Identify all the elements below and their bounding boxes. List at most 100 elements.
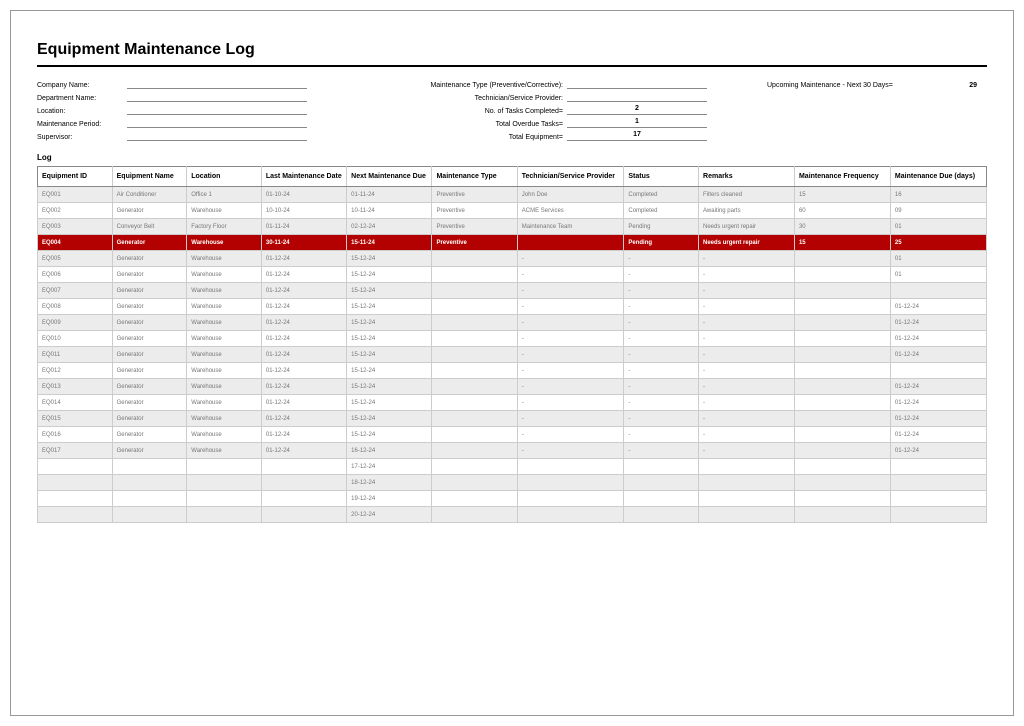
table-cell: Preventive bbox=[432, 219, 517, 235]
table-cell: - bbox=[624, 443, 699, 459]
meta-left-field[interactable] bbox=[127, 79, 307, 89]
table-cell: 30-11-24 bbox=[261, 235, 346, 251]
table-cell: - bbox=[624, 411, 699, 427]
table-cell bbox=[38, 459, 113, 475]
table-cell: Factory Floor bbox=[187, 219, 262, 235]
table-cell: 01-12-24 bbox=[261, 331, 346, 347]
table-cell: - bbox=[517, 427, 624, 443]
table-cell: 01-12-24 bbox=[261, 267, 346, 283]
meta-mid-value[interactable]: 17 bbox=[567, 131, 707, 141]
column-header: Maintenance Frequency bbox=[794, 167, 890, 187]
table-cell: 15-12-24 bbox=[347, 315, 432, 331]
table-cell: Generator bbox=[112, 379, 187, 395]
table-cell: Preventive bbox=[432, 187, 517, 203]
table-cell bbox=[517, 235, 624, 251]
table-cell: 15-12-24 bbox=[347, 251, 432, 267]
table-cell bbox=[794, 251, 890, 267]
table-cell: 01-12-24 bbox=[261, 395, 346, 411]
table-cell: - bbox=[699, 331, 795, 347]
table-cell: EQ016 bbox=[38, 427, 113, 443]
table-cell: EQ012 bbox=[38, 363, 113, 379]
table-cell: - bbox=[624, 299, 699, 315]
meta-left-field[interactable] bbox=[127, 92, 307, 102]
table-cell: Generator bbox=[112, 347, 187, 363]
table-cell: - bbox=[517, 395, 624, 411]
table-cell bbox=[432, 315, 517, 331]
table-cell bbox=[432, 507, 517, 523]
table-cell: Pending bbox=[624, 219, 699, 235]
table-cell: EQ009 bbox=[38, 315, 113, 331]
table-cell bbox=[794, 315, 890, 331]
table-cell: 15-12-24 bbox=[347, 379, 432, 395]
meta-mid-value[interactable] bbox=[567, 79, 707, 89]
table-cell bbox=[187, 507, 262, 523]
table-row: 20-12-24 bbox=[38, 507, 987, 523]
table-cell: EQ011 bbox=[38, 347, 113, 363]
table-cell bbox=[112, 507, 187, 523]
table-row: EQ005GeneratorWarehouse01-12-2415-12-24-… bbox=[38, 251, 987, 267]
meta-right-label: Upcoming Maintenance - Next 30 Days= bbox=[767, 82, 947, 89]
meta-mid-value[interactable]: 2 bbox=[567, 105, 707, 115]
table-cell: 01-11-24 bbox=[261, 219, 346, 235]
log-table-body: EQ001Air ConditionerOffice 101-10-2401-1… bbox=[38, 187, 987, 523]
meta-left-field[interactable] bbox=[127, 118, 307, 128]
table-cell: EQ017 bbox=[38, 443, 113, 459]
table-cell: - bbox=[699, 267, 795, 283]
table-cell: Warehouse bbox=[187, 395, 262, 411]
table-cell: 15-12-24 bbox=[347, 411, 432, 427]
table-cell: EQ006 bbox=[38, 267, 113, 283]
table-row: 19-12-24 bbox=[38, 491, 987, 507]
table-cell: 01-12-24 bbox=[890, 427, 986, 443]
table-cell: 15 bbox=[794, 235, 890, 251]
table-cell: 15-12-24 bbox=[347, 363, 432, 379]
page-title: Equipment Maintenance Log bbox=[37, 41, 987, 67]
table-cell: EQ015 bbox=[38, 411, 113, 427]
meta-left-field[interactable] bbox=[127, 131, 307, 141]
table-cell: - bbox=[699, 363, 795, 379]
table-row: EQ015GeneratorWarehouse01-12-2415-12-24-… bbox=[38, 411, 987, 427]
table-cell bbox=[794, 395, 890, 411]
table-cell bbox=[432, 379, 517, 395]
table-cell: 20-12-24 bbox=[347, 507, 432, 523]
table-cell: 01-10-24 bbox=[261, 187, 346, 203]
table-cell: 01-12-24 bbox=[261, 443, 346, 459]
table-cell bbox=[699, 475, 795, 491]
table-row: EQ013GeneratorWarehouse01-12-2415-12-24-… bbox=[38, 379, 987, 395]
table-cell: - bbox=[699, 443, 795, 459]
table-row: EQ003Conveyor BeltFactory Floor01-11-240… bbox=[38, 219, 987, 235]
table-row: EQ014GeneratorWarehouse01-12-2415-12-24-… bbox=[38, 395, 987, 411]
table-cell: 01-12-24 bbox=[890, 395, 986, 411]
table-cell: 01-12-24 bbox=[890, 315, 986, 331]
table-cell: EQ001 bbox=[38, 187, 113, 203]
column-header: Location bbox=[187, 167, 262, 187]
table-cell: Warehouse bbox=[187, 283, 262, 299]
table-cell: Warehouse bbox=[187, 443, 262, 459]
table-cell: Air Conditioner bbox=[112, 187, 187, 203]
table-cell bbox=[112, 491, 187, 507]
meta-left-field[interactable] bbox=[127, 105, 307, 115]
table-row: EQ012GeneratorWarehouse01-12-2415-12-24-… bbox=[38, 363, 987, 379]
table-cell bbox=[38, 491, 113, 507]
table-row: EQ016GeneratorWarehouse01-12-2415-12-24-… bbox=[38, 427, 987, 443]
table-cell bbox=[624, 475, 699, 491]
table-cell bbox=[890, 491, 986, 507]
table-cell: - bbox=[699, 395, 795, 411]
column-header: Status bbox=[624, 167, 699, 187]
table-cell: - bbox=[699, 299, 795, 315]
table-cell: Warehouse bbox=[187, 347, 262, 363]
table-cell bbox=[517, 507, 624, 523]
meta-row: Department Name:Technician/Service Provi… bbox=[37, 92, 987, 102]
table-cell: 10-10-24 bbox=[261, 203, 346, 219]
table-cell bbox=[517, 475, 624, 491]
table-cell bbox=[187, 459, 262, 475]
table-cell: - bbox=[517, 363, 624, 379]
table-cell bbox=[890, 475, 986, 491]
meta-mid-value[interactable] bbox=[567, 92, 707, 102]
table-cell bbox=[187, 491, 262, 507]
table-cell: - bbox=[517, 443, 624, 459]
meta-mid-value[interactable]: 1 bbox=[567, 118, 707, 128]
table-cell: Generator bbox=[112, 283, 187, 299]
meta-mid-label: Total Overdue Tasks= bbox=[387, 121, 567, 128]
meta-left-label: Company Name: bbox=[37, 82, 127, 89]
table-cell bbox=[794, 379, 890, 395]
